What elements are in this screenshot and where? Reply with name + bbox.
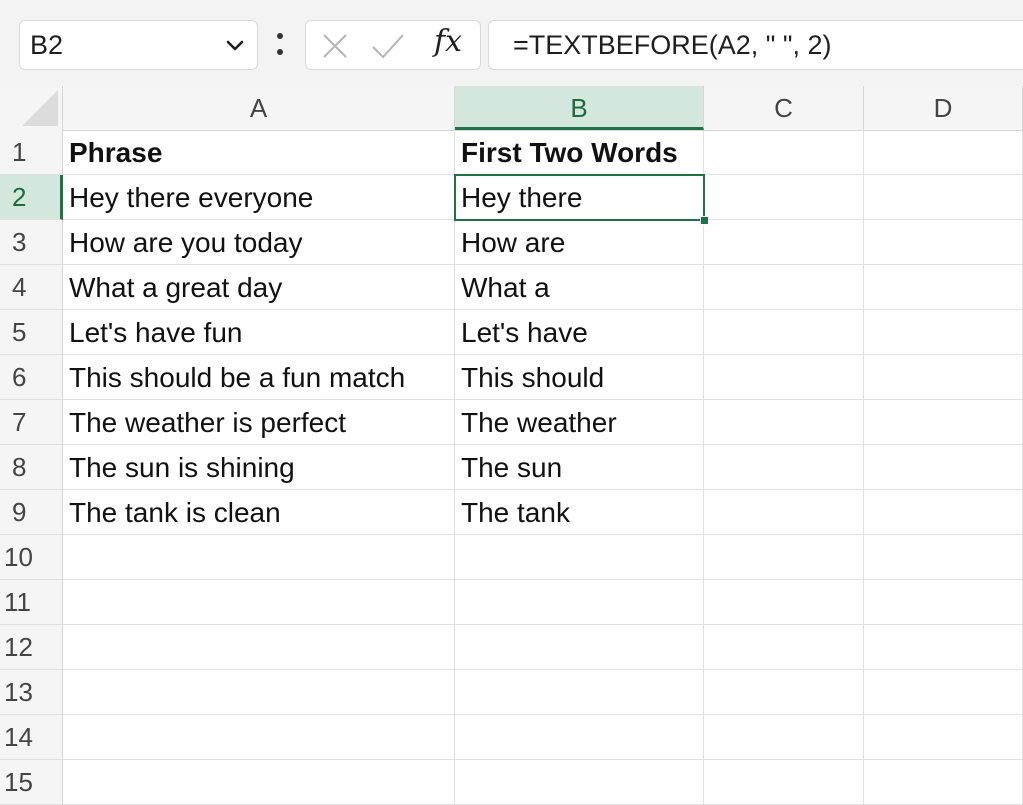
- cell-c9[interactable]: [704, 490, 864, 535]
- cell-b2[interactable]: Hey there: [455, 175, 704, 220]
- cell-a6[interactable]: This should be a fun match: [63, 355, 455, 400]
- cell-c1[interactable]: [704, 130, 864, 175]
- select-all-triangle-icon: [22, 90, 58, 126]
- column-header-d[interactable]: D: [864, 86, 1023, 130]
- cell-d11[interactable]: [864, 580, 1023, 625]
- cell-a1[interactable]: Phrase: [63, 130, 455, 175]
- row-header-14[interactable]: 14: [0, 715, 63, 760]
- cell-d3[interactable]: [864, 220, 1023, 265]
- cell-b14[interactable]: [455, 715, 704, 760]
- cell-a14[interactable]: [63, 715, 455, 760]
- row-header-1[interactable]: 1: [0, 130, 63, 175]
- cell-b5[interactable]: Let's have: [455, 310, 704, 355]
- cell-d13[interactable]: [864, 670, 1023, 715]
- cell-b12[interactable]: [455, 625, 704, 670]
- cell-d12[interactable]: [864, 625, 1023, 670]
- cell-c5[interactable]: [704, 310, 864, 355]
- spreadsheet-grid: ABCD 1 Phrase First Two Words 2 Hey there ev…: [0, 86, 1023, 805]
- cell-a7[interactable]: The weather is perfect: [63, 400, 455, 445]
- cell-a2[interactable]: Hey there everyone: [63, 175, 455, 220]
- cell-a11[interactable]: [63, 580, 455, 625]
- cell-d4[interactable]: [864, 265, 1023, 310]
- cell-d6[interactable]: [864, 355, 1023, 400]
- cell-d9[interactable]: [864, 490, 1023, 535]
- formula-text: =TEXTBEFORE(A2, " ", 2): [513, 30, 832, 60]
- chevron-down-icon[interactable]: [223, 33, 247, 57]
- formula-actions: fx: [305, 20, 481, 70]
- select-all-corner[interactable]: [0, 86, 63, 130]
- row-header-15[interactable]: 15: [0, 760, 63, 805]
- cell-a4[interactable]: What a great day: [63, 265, 455, 310]
- cell-b1[interactable]: First Two Words: [455, 130, 704, 175]
- cell-b15[interactable]: [455, 760, 704, 805]
- row-header-7[interactable]: 7: [0, 400, 63, 445]
- cell-c8[interactable]: [704, 445, 864, 490]
- enter-check-icon[interactable]: [370, 31, 406, 61]
- cell-c12[interactable]: [704, 625, 864, 670]
- cell-a9[interactable]: The tank is clean: [63, 490, 455, 535]
- row-header-13[interactable]: 13: [0, 670, 63, 715]
- cell-c4[interactable]: [704, 265, 864, 310]
- cancel-icon[interactable]: [320, 31, 350, 61]
- cell-d14[interactable]: [864, 715, 1023, 760]
- cell-d7[interactable]: [864, 400, 1023, 445]
- row-header-11[interactable]: 11: [0, 580, 63, 625]
- cell-b11[interactable]: [455, 580, 704, 625]
- column-header-row: ABCD: [0, 86, 1023, 131]
- fill-handle[interactable]: [700, 216, 709, 225]
- cell-c11[interactable]: [704, 580, 864, 625]
- row-header-9[interactable]: 9: [0, 490, 63, 535]
- cell-b7[interactable]: The weather: [455, 400, 704, 445]
- cell-a10[interactable]: [63, 535, 455, 580]
- cell-d10[interactable]: [864, 535, 1023, 580]
- cell-b4[interactable]: What a: [455, 265, 704, 310]
- row-header-8[interactable]: 8: [0, 445, 63, 490]
- cell-d2[interactable]: [864, 175, 1023, 220]
- cell-c13[interactable]: [704, 670, 864, 715]
- cell-a8[interactable]: The sun is shining: [63, 445, 455, 490]
- cell-b13[interactable]: [455, 670, 704, 715]
- cell-c2[interactable]: [704, 175, 864, 220]
- more-options-icon[interactable]: [273, 28, 287, 60]
- cell-a13[interactable]: [63, 670, 455, 715]
- cell-a15[interactable]: [63, 760, 455, 805]
- cell-c3[interactable]: [704, 220, 864, 265]
- name-box[interactable]: B2: [19, 20, 258, 70]
- formula-input[interactable]: =TEXTBEFORE(A2, " ", 2): [488, 20, 1023, 70]
- column-header-b[interactable]: B: [455, 86, 704, 130]
- name-box-value: B2: [30, 30, 64, 60]
- cell-b10[interactable]: [455, 535, 704, 580]
- cell-b9[interactable]: The tank: [455, 490, 704, 535]
- cell-a12[interactable]: [63, 625, 455, 670]
- row-header-10[interactable]: 10: [0, 535, 63, 580]
- row-header-3[interactable]: 3: [0, 220, 63, 265]
- insert-function-button[interactable]: fx: [434, 24, 462, 59]
- row-header-6[interactable]: 6: [0, 355, 63, 400]
- formula-bar: B2 fx =TEXTBEFORE(A2, " ", 2): [0, 0, 1023, 87]
- row-header-2[interactable]: 2: [0, 175, 63, 220]
- column-header-a[interactable]: A: [63, 86, 455, 130]
- cell-a5[interactable]: Let's have fun: [63, 310, 455, 355]
- cell-c7[interactable]: [704, 400, 864, 445]
- cell-a3[interactable]: How are you today: [63, 220, 455, 265]
- cell-b3[interactable]: How are: [455, 220, 704, 265]
- cell-d1[interactable]: [864, 130, 1023, 175]
- cell-d5[interactable]: [864, 310, 1023, 355]
- cell-b8[interactable]: The sun: [455, 445, 704, 490]
- cell-c6[interactable]: [704, 355, 864, 400]
- cell-d8[interactable]: [864, 445, 1023, 490]
- cell-d15[interactable]: [864, 760, 1023, 805]
- cell-c15[interactable]: [704, 760, 864, 805]
- row-header-4[interactable]: 4: [0, 265, 63, 310]
- row-header-12[interactable]: 12: [0, 625, 63, 670]
- cell-b6[interactable]: This should: [455, 355, 704, 400]
- row-header-5[interactable]: 5: [0, 310, 63, 355]
- cell-c10[interactable]: [704, 535, 864, 580]
- cell-c14[interactable]: [704, 715, 864, 760]
- column-header-c[interactable]: C: [704, 86, 864, 130]
